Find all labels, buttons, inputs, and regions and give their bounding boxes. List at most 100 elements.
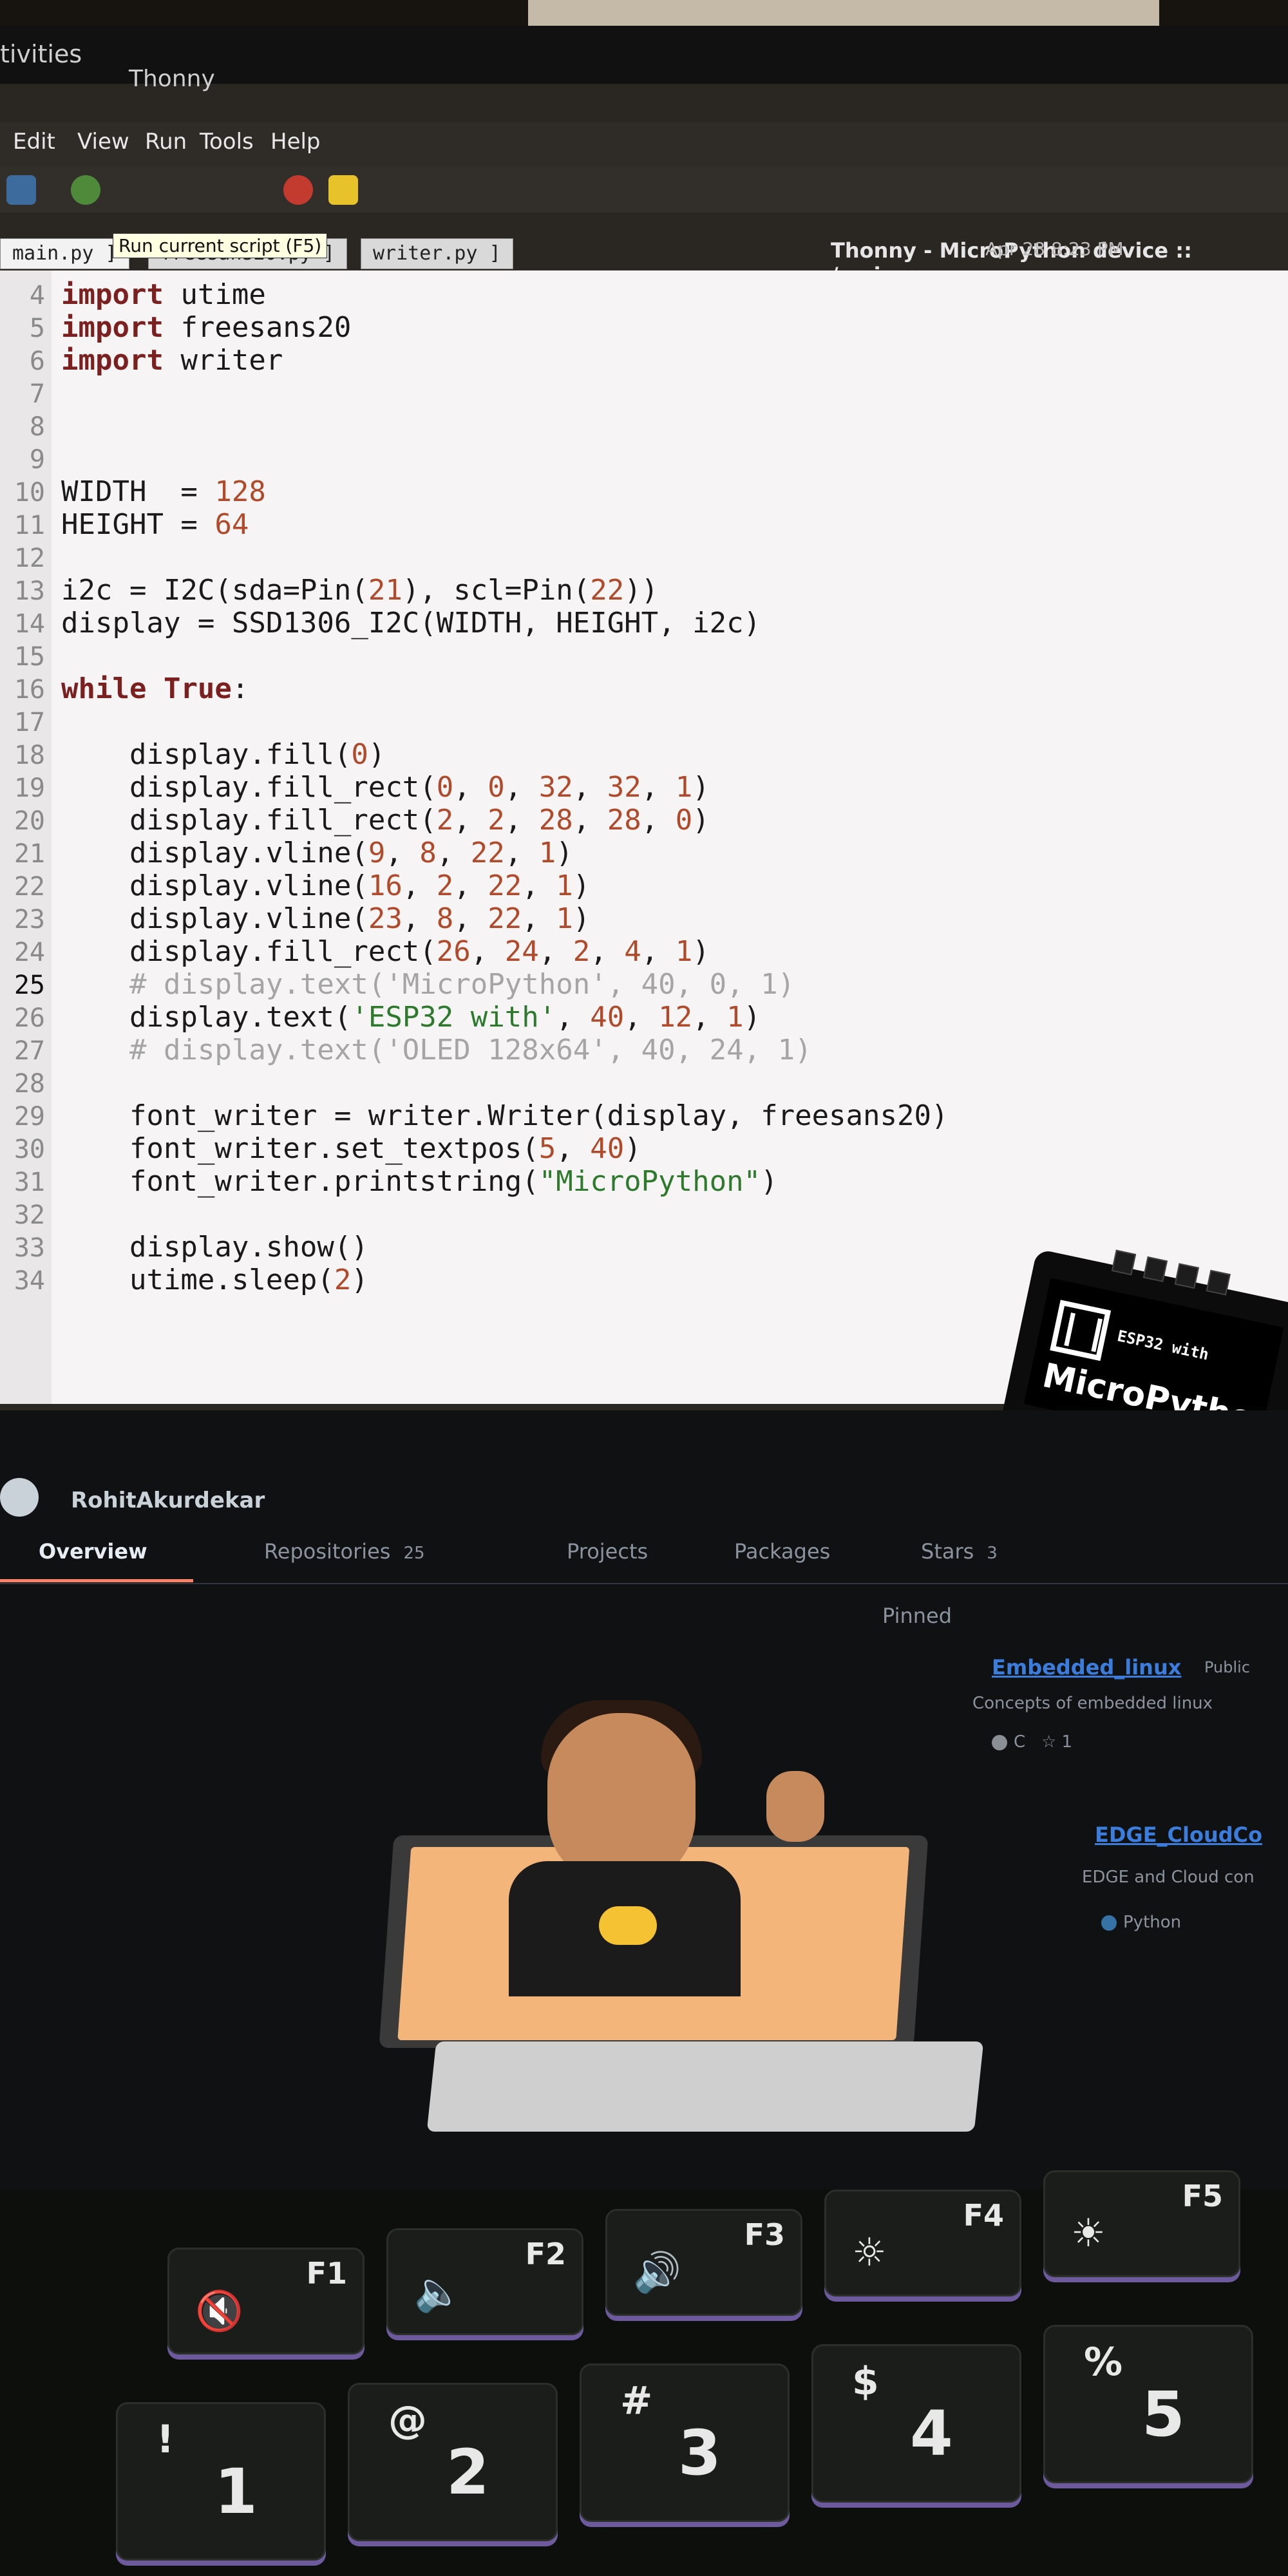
repo-description: Concepts of embedded linux [972,1694,1213,1713]
code-line[interactable]: display.show() [61,1231,368,1264]
function-key-f1[interactable]: F1 🔇 [167,2248,365,2354]
function-key-f5[interactable]: F5 ☀ [1043,2170,1240,2277]
function-key-label: F4 [963,2198,1004,2233]
number-key-5[interactable]: % 5 [1043,2325,1253,2483]
menu-edit[interactable]: Edit [13,129,55,155]
code-line[interactable]: display.vline(9, 8, 22, 1) [61,837,573,869]
key-shift-symbol: ! [156,2417,175,2462]
code-line[interactable]: display.fill_rect(26, 24, 2, 4, 1) [61,935,710,968]
line-number: 13 [14,576,45,606]
line-number: 32 [14,1200,45,1230]
tab-repositories[interactable]: Repositories 25 [264,1539,425,1564]
tab-writer-py[interactable]: writer.py ] [361,238,513,269]
menu-help[interactable]: Help [270,129,321,155]
line-number: 21 [14,839,45,869]
repo-language: Python [1101,1913,1181,1932]
code-line[interactable]: # display.text('OLED 128x64', 40, 24, 1) [61,1034,812,1066]
code-line[interactable]: display.fill_rect(2, 2, 28, 28, 0) [61,804,710,837]
line-number: 29 [14,1102,45,1132]
line-number: 7 [29,379,45,409]
line-number: 15 [14,642,45,672]
line-number: 26 [14,1003,45,1033]
language-dot-icon [1101,1915,1117,1931]
code-line[interactable]: HEIGHT = 64 [61,508,249,541]
line-number: 27 [14,1036,45,1066]
key-shift-symbol: $ [852,2359,879,2404]
github-logo-icon[interactable] [0,1478,39,1517]
menu-run[interactable]: Run [145,129,187,155]
github-profile-page: RohitAkurdekar Overview Repositories 25 P… [0,1410,1288,2190]
code-line[interactable]: font_writer.set_textpos(5, 40) [61,1132,641,1165]
line-number: 20 [14,806,45,836]
repo-language: C ☆ 1 [992,1732,1072,1752]
number-key-4[interactable]: $4 [811,2344,1021,2503]
line-number: 9 [29,445,45,475]
line-number: 14 [14,609,45,639]
run-tooltip: Run current script (F5) [113,233,328,258]
code-line[interactable]: display.vline(23, 8, 22, 1) [61,902,590,935]
app-menu[interactable]: Thonny [129,66,215,92]
number-key-3[interactable]: #3 [580,2363,790,2522]
key-main-symbol: 3 [678,2417,721,2489]
code-line[interactable]: font_writer = writer.Writer(display, fre… [61,1099,949,1132]
run-icon[interactable] [71,175,100,205]
menu-view[interactable]: View [77,129,129,155]
stop-icon[interactable] [283,175,313,205]
repo-link-edge-cloud[interactable]: EDGE_CloudCo [1095,1823,1262,1847]
number-key-2[interactable]: @2 [348,2383,558,2541]
header-pin [1142,1256,1168,1282]
github-username[interactable]: RohitAkurdekar [71,1488,265,1513]
code-line[interactable]: while True: [61,672,249,705]
repo-description: EDGE and Cloud con [1082,1868,1255,1887]
line-number: 19 [14,773,45,803]
number-key-1[interactable]: ! 1 [116,2402,326,2561]
toolbar [0,167,1288,213]
key-shift-symbol: % [1084,2340,1123,2385]
code-line[interactable]: font_writer.printstring("MicroPython") [61,1165,778,1198]
line-number-gutter: 4 5 6 7 8 9 10 11 12 13 14 15 16 17 18 19 20 21 22 23 24 25 26… [0,270,52,1404]
code-line[interactable]: display.text('ESP32 with', 40, 12, 1) [61,1001,761,1034]
avatar-illustration [379,1694,985,2132]
tab-overview[interactable]: Overview [39,1539,147,1564]
code-line[interactable]: i2c = I2C(sda=Pin(21), scl=Pin(22)) [61,574,658,607]
code-line[interactable]: import freesans20 [61,311,351,344]
line-number: 18 [14,741,45,770]
line-number: 12 [14,544,45,573]
activities-button[interactable]: tivities [0,40,82,68]
function-key-f4[interactable]: F4 ☼ [824,2190,1021,2297]
key-shift-symbol: @ [388,2398,427,2443]
micropython-logo-icon [1050,1300,1112,1361]
tab-stars[interactable]: Stars 3 [921,1539,998,1564]
code-line[interactable]: display.fill_rect(0, 0, 32, 32, 1) [61,771,710,804]
header-pin [1111,1249,1137,1276]
menu-tools[interactable]: Tools [200,129,254,155]
code-line[interactable]: utime.sleep(2) [61,1264,368,1296]
function-key-f2[interactable]: F2 🔈 [386,2228,583,2335]
tab-main-py[interactable]: main.py ] [0,238,129,269]
tab-packages[interactable]: Packages [734,1539,830,1564]
media-key-icon: 🔇 [195,2289,243,2334]
code-line[interactable]: display.vline(16, 2, 22, 1) [61,869,590,902]
line-number: 11 [14,511,45,540]
code-line[interactable]: # display.text('MicroPython', 40, 0, 1) [61,968,795,1001]
function-key-f3[interactable]: F3 🔊 [605,2209,802,2316]
line-number: 24 [14,938,45,967]
line-number: 16 [14,675,45,705]
repo-link-embedded-linux[interactable]: Embedded_linux [992,1655,1181,1680]
code-line[interactable]: import utime [61,278,266,311]
tab-projects[interactable]: Projects [567,1539,648,1564]
code-line[interactable]: import writer [61,344,283,377]
code-line[interactable]: display.fill(0) [61,738,385,771]
code-editor[interactable]: 4 5 6 7 8 9 10 11 12 13 14 15 16 17 18 19 20 21 22 23 24 25 26… [0,270,1288,1404]
code-line[interactable]: WIDTH = 128 [61,475,266,508]
new-file-icon[interactable] [6,175,36,205]
header-pin [1174,1263,1200,1289]
media-key-icon: 🔈 [414,2269,462,2315]
menu-bar: Edit View Run Tools Help [0,122,1288,167]
clock: Apr 28 8:23 PM [985,238,1124,260]
function-key-label: F2 [525,2237,566,2271]
code-line[interactable]: display = SSD1306_I2C(WIDTH, HEIGHT, i2c… [61,607,761,639]
gnome-top-bar: tivities Thonny [0,26,1288,92]
key-shift-symbol: # [620,2378,653,2423]
line-number: 30 [14,1135,45,1164]
